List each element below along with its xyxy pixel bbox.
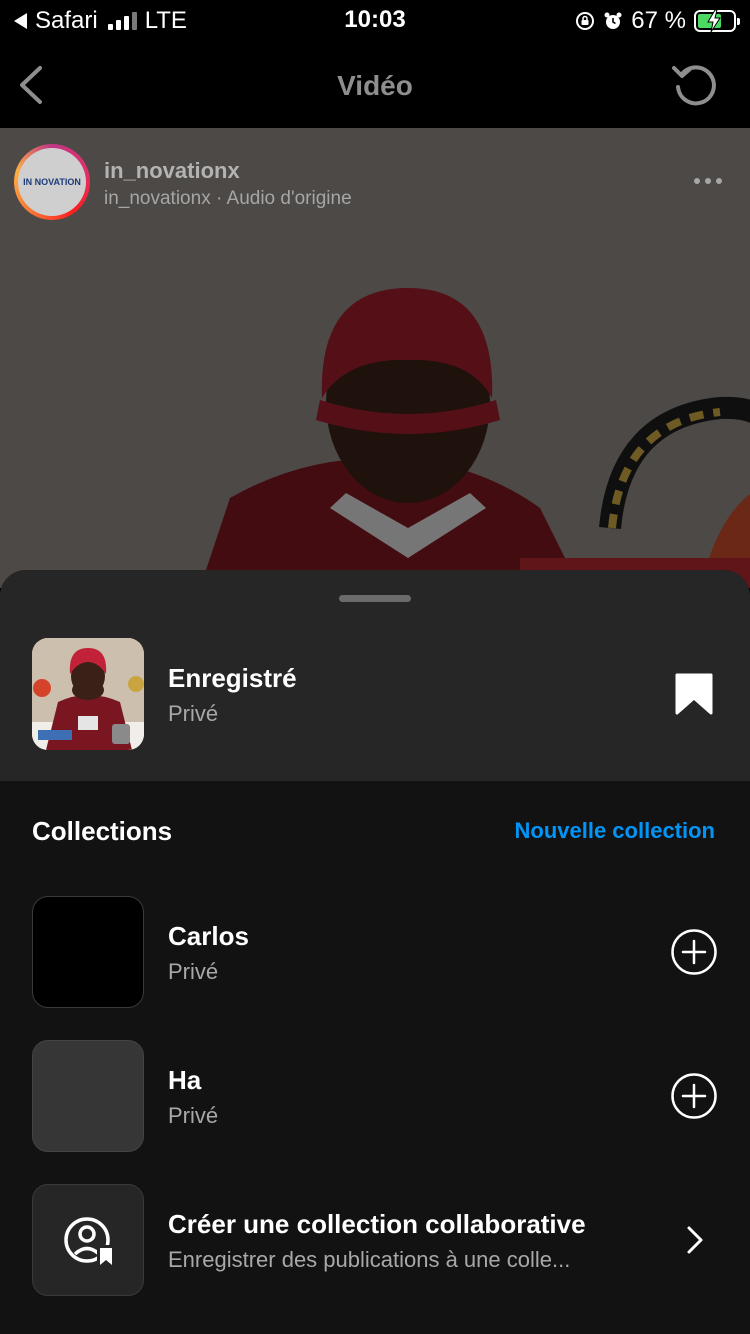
post-audio-subtitle[interactable]: in_novationx · Audio d'origine — [104, 188, 352, 210]
saved-thumbnail — [32, 638, 144, 750]
collection-privacy: Privé — [168, 959, 219, 984]
video-player[interactable]: IN NOVATION in_novationx in_novationx · … — [0, 128, 750, 588]
collection-title: Carlos — [168, 921, 249, 951]
more-dots-icon[interactable] — [694, 178, 722, 184]
collaborative-subtitle: Enregistrer des publications à une colle… — [168, 1247, 571, 1272]
battery-charging-icon — [694, 9, 740, 33]
collection-thumbnail — [32, 1040, 144, 1152]
battery-percent: 67 % — [631, 7, 686, 34]
collection-privacy: Privé — [168, 1103, 219, 1128]
new-collection-link[interactable]: Nouvelle collection — [515, 818, 716, 844]
save-sheet: Enregistré Privé Collections Nouvelle co… — [0, 570, 750, 1334]
post-username[interactable]: in_novationx — [104, 158, 240, 184]
page-title: Vidéo — [337, 70, 413, 101]
nav-header: Vidéo — [0, 42, 750, 128]
chevron-right-icon — [687, 1226, 703, 1254]
collection-thumbnail — [32, 896, 144, 1008]
sheet-grabber[interactable] — [339, 595, 411, 602]
avatar-logo: IN NOVATION — [18, 148, 86, 216]
plus-circle-icon[interactable] — [670, 928, 718, 976]
saved-privacy: Privé — [168, 701, 219, 726]
refresh-icon[interactable] — [670, 60, 720, 110]
collaborative-thumbnail — [32, 1184, 144, 1296]
saved-section: Enregistré Privé — [0, 570, 750, 781]
rotation-lock-icon — [576, 12, 595, 30]
collection-title: Ha — [168, 1065, 202, 1095]
avatar[interactable]: IN NOVATION — [14, 144, 90, 220]
bookmark-filled-icon[interactable] — [674, 672, 714, 716]
status-right: 67 % — [575, 7, 740, 35]
collaborative-collection-icon — [64, 1217, 115, 1267]
collaborative-title: Créer une collection collaborative — [168, 1209, 586, 1239]
status-bar: Safari LTE 10:03 67 % — [0, 0, 750, 42]
screen: Safari LTE 10:03 67 % Vidéo IN NOVATION … — [0, 0, 750, 1334]
plus-circle-icon[interactable] — [670, 1072, 718, 1120]
collections-heading: Collections — [32, 816, 173, 846]
saved-title: Enregistré — [168, 663, 297, 693]
alarm-icon — [604, 12, 622, 29]
